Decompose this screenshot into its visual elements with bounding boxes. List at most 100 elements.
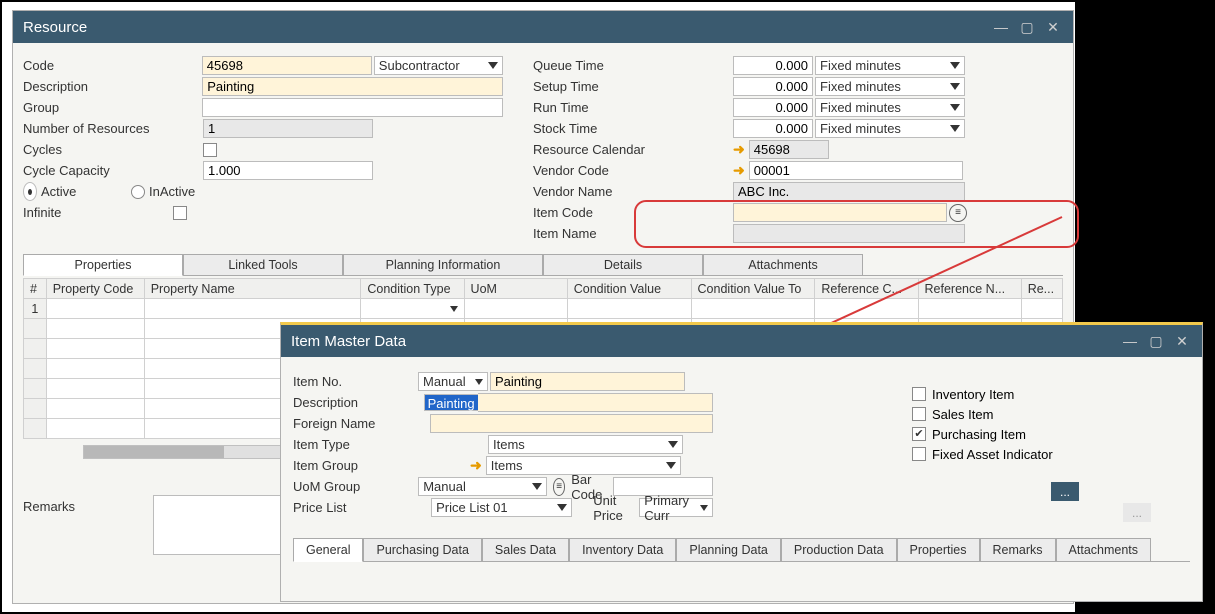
item-group-select[interactable]: Items [486,456,681,475]
caret-down-icon [950,62,960,69]
col-condition-value-to[interactable]: Condition Value To [691,279,815,299]
maximize-icon[interactable]: ▢ [1146,331,1166,351]
stock-time-input[interactable] [733,119,813,138]
caret-down-icon [666,462,676,469]
col-uom[interactable]: UoM [464,279,567,299]
run-time-unit-select[interactable]: Fixed minutes [815,98,965,117]
queue-time-input[interactable] [733,56,813,75]
item-titlebar[interactable]: Item Master Data — ▢ ✕ [281,325,1202,357]
tab-linked-tools[interactable]: Linked Tools [183,254,343,275]
link-arrow-icon[interactable]: ➜ [470,457,482,474]
sales-item-checkbox[interactable] [912,407,926,421]
resource-calendar-input[interactable] [749,140,829,159]
col-reference-n[interactable]: Reference N... [918,279,1021,299]
tab-inventory-data[interactable]: Inventory Data [569,538,676,561]
code-type-select[interactable]: Subcontractor [374,56,503,75]
col-num[interactable]: # [24,279,47,299]
close-icon[interactable]: ✕ [1172,331,1192,351]
uom-group-select[interactable]: Manual [418,477,547,496]
link-arrow-icon[interactable]: ➜ [733,141,745,158]
resource-right-panel: Queue Time Fixed minutes Setup Time Fixe… [533,55,1063,244]
active-label: Active [41,184,131,199]
tab-production-data[interactable]: Production Data [781,538,897,561]
infinite-checkbox[interactable] [173,206,187,220]
foreign-name-label: Foreign Name [293,416,381,431]
stock-time-unit-select[interactable]: Fixed minutes [815,119,965,138]
inventory-item-checkbox[interactable] [912,387,926,401]
tab-item-properties[interactable]: Properties [897,538,980,561]
item-group-label: Item Group [293,458,418,473]
tab-planning-information[interactable]: Planning Information [343,254,543,275]
item-no-input[interactable] [490,372,685,391]
item-description-selected[interactable]: Painting [424,394,478,411]
caret-down-icon [700,505,708,511]
item-no-mode-select[interactable]: Manual [418,372,488,391]
tab-item-attachments[interactable]: Attachments [1056,538,1151,561]
col-reference-c[interactable]: Reference C... [815,279,918,299]
price-list-select[interactable]: Price List 01 [431,498,572,517]
unit-price-select[interactable]: Primary Curr [639,498,713,517]
tab-sales-data[interactable]: Sales Data [482,538,569,561]
minimize-icon[interactable]: — [991,17,1011,37]
col-condition-type[interactable]: Condition Type [361,279,464,299]
active-radio[interactable] [23,182,37,201]
item-master-window: Item Master Data — ▢ ✕ Item No. Manual D… [280,322,1203,602]
tab-planning-data[interactable]: Planning Data [676,538,781,561]
unit-price-browse-button[interactable]: ... [1123,503,1151,522]
tab-attachments[interactable]: Attachments [703,254,863,275]
link-arrow-icon[interactable]: ➜ [733,162,745,179]
item-code-label: Item Code [533,205,733,220]
item-name-input[interactable] [733,224,965,243]
group-input[interactable] [202,98,503,117]
queue-time-label: Queue Time [533,58,733,73]
cycle-capacity-label: Cycle Capacity [23,163,203,178]
tab-remarks[interactable]: Remarks [980,538,1056,561]
uom-group-label: UoM Group [293,479,373,494]
resource-title: Resource [23,19,991,36]
setup-time-input[interactable] [733,77,813,96]
description-input[interactable] [202,77,503,96]
close-icon[interactable]: ✕ [1043,17,1063,37]
item-code-input[interactable] [733,203,947,222]
col-condition-value[interactable]: Condition Value [567,279,691,299]
item-type-select[interactable]: Items [488,435,683,454]
uom-detail-icon[interactable]: ≡ [553,478,565,496]
tab-general[interactable]: General [293,538,363,562]
caret-down-icon [668,441,678,448]
col-property-name[interactable]: Property Name [144,279,361,299]
col-re[interactable]: Re... [1021,279,1062,299]
stock-time-label: Stock Time [533,121,733,136]
caret-down-icon [557,504,567,511]
maximize-icon[interactable]: ▢ [1017,17,1037,37]
inactive-radio[interactable] [131,185,145,199]
resource-tabs: Properties Linked Tools Planning Informa… [23,254,1063,276]
purchasing-item-label: Purchasing Item [932,427,1026,442]
item-description-input[interactable] [478,393,713,412]
tab-properties[interactable]: Properties [23,254,183,276]
col-property-code[interactable]: Property Code [46,279,144,299]
cycle-capacity-input[interactable] [203,161,373,180]
caret-down-icon[interactable] [450,306,458,312]
code-input[interactable] [202,56,372,75]
tab-purchasing-data[interactable]: Purchasing Data [363,538,481,561]
barcode-browse-button[interactable]: ... [1051,482,1079,501]
description-label: Description [23,79,202,94]
setup-time-unit-select[interactable]: Fixed minutes [815,77,965,96]
caret-down-icon [488,62,498,69]
choose-from-list-icon[interactable]: ≡ [949,204,967,222]
resource-titlebar[interactable]: Resource — ▢ ✕ [13,11,1073,43]
vendor-code-input[interactable] [749,161,963,180]
num-resources-input[interactable] [203,119,373,138]
foreign-name-input[interactable] [430,414,713,433]
unit-price-label: Unit Price [593,493,639,523]
scrollbar-thumb[interactable] [84,446,224,458]
minimize-icon[interactable]: — [1120,331,1140,351]
purchasing-item-checkbox[interactable] [912,427,926,441]
tab-details[interactable]: Details [543,254,703,275]
cycles-checkbox[interactable] [203,143,217,157]
run-time-input[interactable] [733,98,813,117]
vendor-name-input[interactable] [733,182,965,201]
table-row[interactable]: 1 [24,299,1063,319]
queue-time-unit-select[interactable]: Fixed minutes [815,56,965,75]
fixed-asset-checkbox[interactable] [912,447,926,461]
